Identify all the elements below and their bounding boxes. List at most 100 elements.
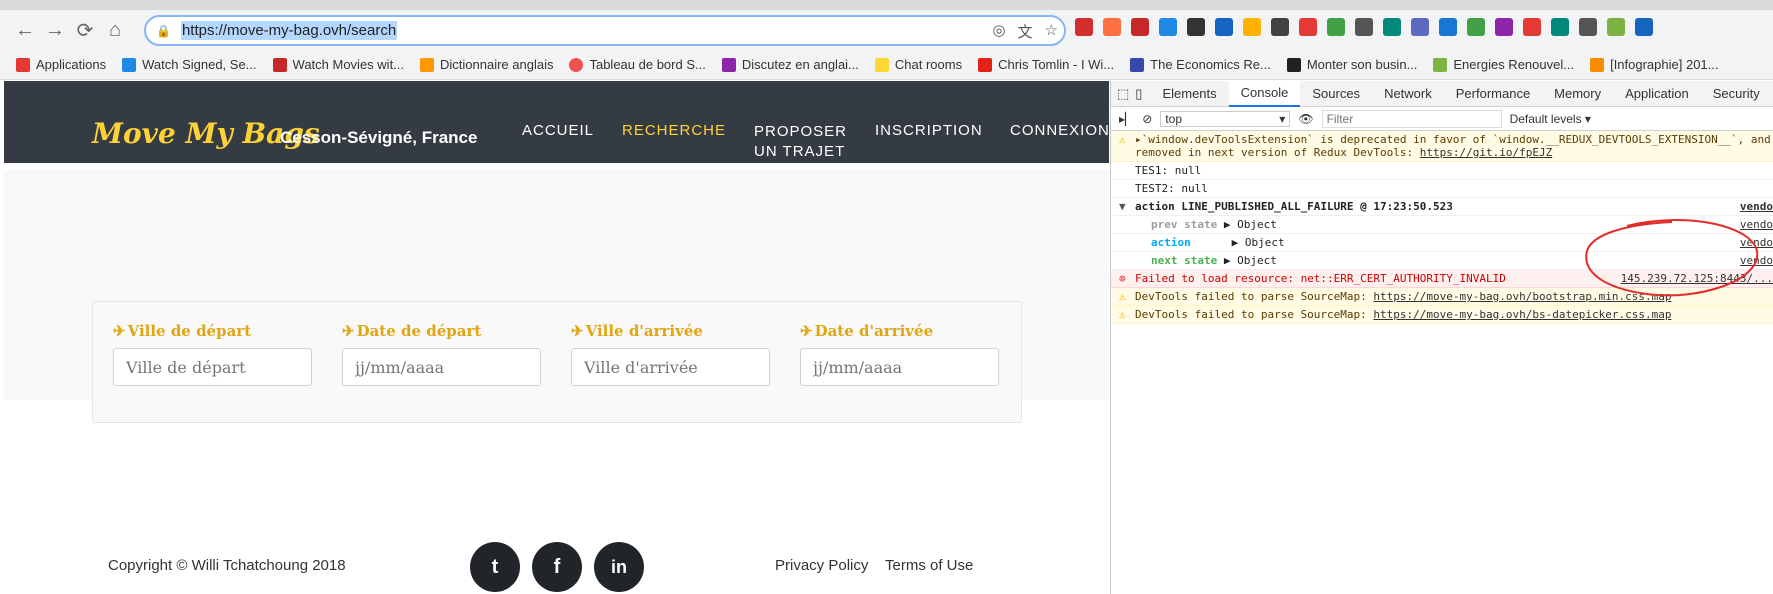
twitter-icon[interactable]: t [470, 542, 520, 592]
bookmark-item[interactable]: The Economics Re... [1130, 57, 1271, 72]
nav-inscription[interactable]: INSCRIPTION [875, 122, 983, 139]
console-object[interactable]: ▶ Object [1232, 236, 1285, 249]
extension-icon[interactable] [1607, 18, 1625, 36]
console-object[interactable]: ▶ Object [1224, 218, 1277, 231]
bookmark-item[interactable]: Watch Signed, Se... [122, 57, 257, 72]
clear-console-icon[interactable]: ⊘ [1142, 112, 1152, 126]
extension-icon[interactable] [1467, 18, 1485, 36]
console-text: TEST2: null [1135, 182, 1208, 195]
extension-icon[interactable] [1495, 18, 1513, 36]
console-link[interactable]: https://move-my-bag.ovh/bs-datepicker.cs… [1373, 308, 1671, 321]
tab-application[interactable]: Application [1613, 81, 1701, 107]
bookmark-favicon-icon [16, 57, 30, 72]
nav-accueil[interactable]: ACCUEIL [522, 122, 594, 139]
ville-arrivee-input[interactable] [571, 348, 770, 386]
tab-network[interactable]: Network [1372, 81, 1444, 107]
console-group[interactable]: ▼ action LINE_PUBLISHED_ALL_FAILURE @ 17… [1111, 198, 1773, 216]
extension-icon[interactable] [1159, 18, 1177, 36]
bookmark-item[interactable]: Watch Movies wit... [272, 57, 404, 72]
console-link[interactable]: https://git.io/fpEJZ [1420, 146, 1552, 159]
home-icon[interactable]: ⌂ [100, 15, 130, 45]
extension-icon[interactable] [1411, 18, 1429, 36]
bookmark-item[interactable]: Energies Renouvel... [1433, 57, 1574, 72]
console-toolbar: ▸▏ ⊘ top ▾ 👁 Default levels ▾ [1111, 107, 1773, 131]
forward-icon[interactable]: → [40, 15, 70, 45]
bookmark-star-icon[interactable]: ☆ [1045, 21, 1058, 42]
field-label: Ville d'arrivée [585, 322, 703, 340]
bookmark-label: [Infographie] 201... [1610, 57, 1719, 72]
extension-icon[interactable] [1103, 18, 1121, 36]
tab-memory[interactable]: Memory [1542, 81, 1613, 107]
bookmark-favicon-icon [1286, 57, 1301, 72]
sidebar-toggle-icon[interactable]: ▸▏ [1119, 112, 1134, 126]
bookmark-item[interactable]: Tableau de bord S... [569, 57, 706, 72]
terms-of-use-link[interactable]: Terms of Use [885, 557, 973, 574]
site-header: Move My Bags Cesson-Sévigné, France ACCU… [4, 81, 1109, 163]
tab-security[interactable]: Security [1701, 81, 1772, 107]
bookmark-item[interactable]: Chat rooms [874, 57, 963, 72]
extension-icon[interactable] [1439, 18, 1457, 36]
extension-icon[interactable] [1635, 18, 1653, 36]
console-object[interactable]: ▶ Object [1224, 254, 1277, 267]
tab-sources[interactable]: Sources [1300, 81, 1372, 107]
extension-icon[interactable] [1383, 18, 1401, 36]
date-arrivee-input[interactable] [800, 348, 999, 386]
bookmark-favicon-icon [420, 57, 435, 72]
extension-icon[interactable] [1551, 18, 1569, 36]
red-annotation-circle [1585, 219, 1759, 297]
console-text: action LINE_PUBLISHED_ALL_FAILURE @ 17:2… [1135, 200, 1453, 213]
bookmark-label: The Economics Re... [1150, 57, 1271, 72]
field-ville-arrivee: ✈ Ville d'arrivée [571, 322, 770, 386]
bookmark-label: Watch Signed, Se... [142, 57, 257, 72]
extension-icon[interactable] [1355, 18, 1373, 36]
privacy-policy-link[interactable]: Privacy Policy [775, 557, 868, 574]
bookmark-item[interactable]: [Infographie] 201... [1590, 57, 1719, 72]
extension-icon[interactable] [1187, 18, 1205, 36]
log-levels-dropdown[interactable]: Default levels ▾ [1510, 112, 1591, 126]
extension-icon[interactable] [1523, 18, 1541, 36]
eye-icon[interactable]: 👁 [1298, 112, 1313, 126]
extension-icon[interactable] [1299, 18, 1317, 36]
extension-icon[interactable] [1271, 18, 1289, 36]
context-select[interactable]: top ▾ [1160, 110, 1291, 127]
extension-icon[interactable] [1327, 18, 1345, 36]
prompt-chevron-icon: › [1119, 326, 1126, 328]
nav-proposer-trajet[interactable]: PROPOSER UN TRAJET [754, 122, 847, 162]
extension-icon[interactable] [1579, 18, 1597, 36]
location-icon[interactable]: ◎ [992, 21, 1005, 42]
bookmark-label: Chat rooms [894, 57, 963, 72]
address-bar[interactable]: 🔒 https://move-my-bag.ovh/search ◎ 文 ☆ [144, 15, 1066, 46]
console-key: prev state [1151, 218, 1218, 231]
extension-icon[interactable] [1215, 18, 1233, 36]
ville-depart-input[interactable] [113, 348, 312, 386]
plane-takeoff-icon: ✈ [342, 322, 355, 340]
source-link[interactable]: vendo [1740, 200, 1773, 213]
linkedin-icon[interactable]: in [594, 542, 644, 592]
nav-connexion[interactable]: CONNEXION [1010, 122, 1109, 139]
tab-performance[interactable]: Performance [1444, 81, 1542, 107]
bookmark-item[interactable]: Applications [16, 57, 106, 72]
translate-icon[interactable]: 文 [1018, 21, 1033, 42]
console-text: removed in next version of Redux DevTool… [1135, 146, 1765, 159]
extension-icon[interactable] [1243, 18, 1261, 36]
console-filter-input[interactable] [1321, 109, 1502, 128]
inspect-icon[interactable]: ⬚ [1111, 81, 1135, 107]
date-depart-input[interactable] [342, 348, 541, 386]
tab-elements[interactable]: Elements [1150, 81, 1228, 107]
nav-recherche[interactable]: RECHERCHE [622, 122, 726, 139]
tab-console[interactable]: Console [1228, 80, 1301, 107]
context-label: top [1165, 111, 1183, 126]
extension-icon[interactable] [1075, 18, 1093, 36]
console-prompt[interactable]: › [1111, 324, 1773, 328]
bookmark-item[interactable]: Dictionnaire anglais [420, 57, 553, 72]
bookmark-item[interactable]: Discutez en anglai... [721, 57, 859, 72]
bookmark-item[interactable]: Chris Tomlin - I Wi... [978, 57, 1114, 72]
bookmark-item[interactable]: Monter son busin... [1286, 57, 1417, 72]
device-toggle-icon[interactable]: ▯ [1135, 81, 1150, 107]
facebook-icon[interactable]: f [532, 542, 582, 592]
url-text[interactable]: https://move-my-bag.ovh/search [180, 21, 398, 40]
expand-triangle-icon[interactable]: ▼ [1119, 200, 1126, 213]
back-icon[interactable]: ← [10, 15, 40, 45]
reload-icon[interactable]: ⟳ [70, 15, 100, 45]
extension-icon[interactable] [1131, 18, 1149, 36]
